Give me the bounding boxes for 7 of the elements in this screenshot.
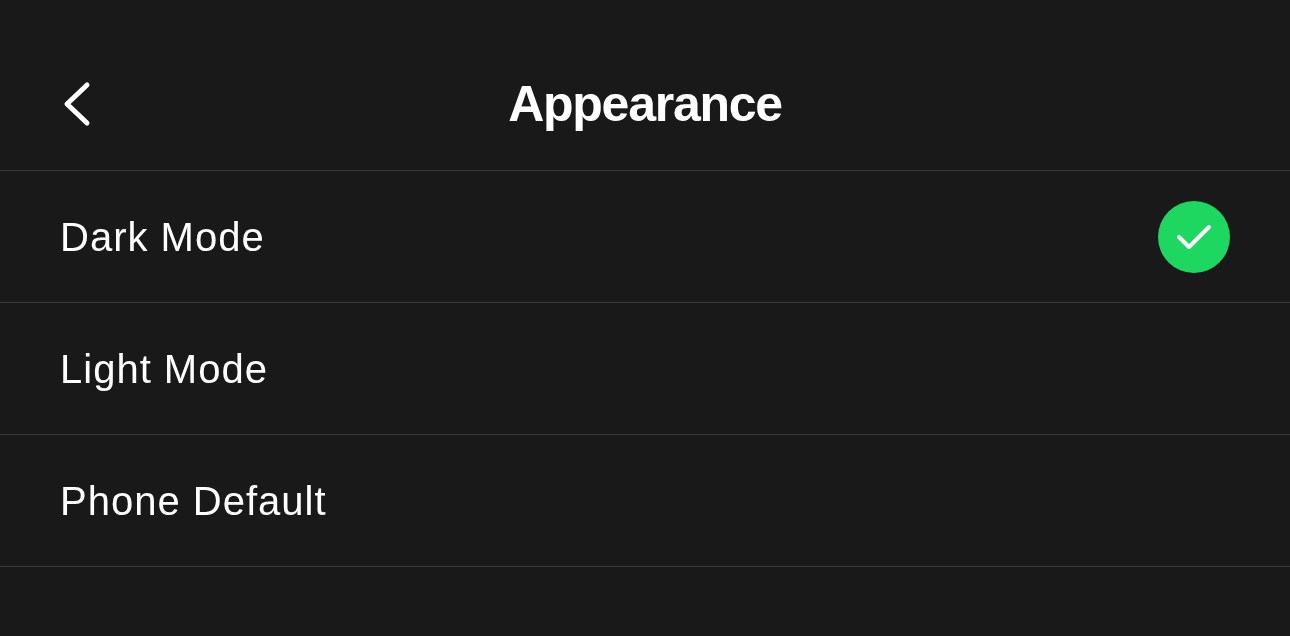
option-row[interactable]: Dark Mode <box>0 171 1290 303</box>
option-row[interactable]: Light Mode <box>0 303 1290 435</box>
option-label: Light Mode <box>60 345 268 393</box>
page-title: Appearance <box>508 74 782 134</box>
option-label: Phone Default <box>60 477 327 525</box>
option-row[interactable]: Phone Default <box>0 435 1290 567</box>
option-label: Dark Mode <box>60 213 265 261</box>
